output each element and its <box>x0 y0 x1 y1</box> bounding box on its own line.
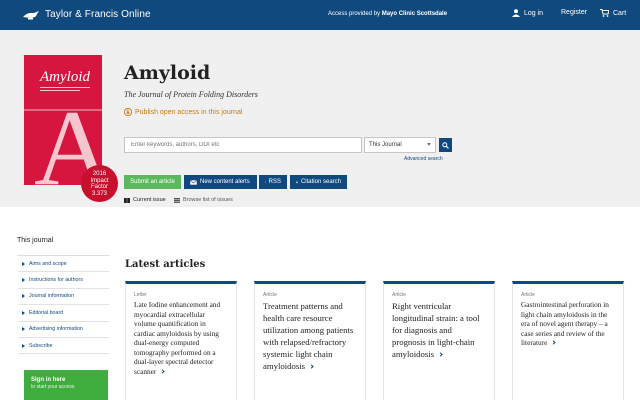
sidebar-heading: This journal <box>17 237 54 244</box>
sidebar-item-subscribe[interactable]: Subscribe <box>17 337 109 355</box>
top-navigation-bar: Taylor & Francis Online Access provided … <box>0 0 640 30</box>
article-title-link[interactable]: Treatment patterns and health care resou… <box>263 300 357 372</box>
sidebar-item-journal-information[interactable]: Journal information <box>17 288 109 306</box>
access-organization: Mayo Clinic Scottsdale <box>381 11 448 17</box>
open-access-label: Publish open access in this journal <box>135 108 243 116</box>
submit-article-button[interactable]: Submit an article <box>124 175 181 189</box>
sidebar-item-instructions-for-authors[interactable]: Instructions for authors <box>17 272 109 289</box>
article-title: Gastrointestinal perforation in light ch… <box>521 300 609 347</box>
sidebar-item-aims-and-scope[interactable]: Aims and scope <box>17 256 109 273</box>
cart-link[interactable]: Cart <box>600 9 626 17</box>
sidebar-item-advertising-information[interactable]: Advertising information <box>17 321 109 338</box>
article-title: Late Iodine enhancement and myocardial e… <box>134 300 221 376</box>
login-link[interactable]: Log in <box>512 9 543 17</box>
user-icon <box>512 9 520 17</box>
search-scope-value: This Journal <box>369 142 402 148</box>
rss-button[interactable]: RSS <box>259 175 287 189</box>
login-label: Log in <box>524 9 544 17</box>
sidebar-menu: Aims and scope Instructions for authors … <box>17 255 109 355</box>
search-input[interactable] <box>124 137 362 153</box>
article-type: Article <box>392 292 406 298</box>
chevron-right-icon <box>438 352 443 357</box>
browse-issues-link[interactable]: Browse list of issues <box>174 197 233 203</box>
lamp-logo-icon <box>23 10 39 19</box>
citation-search-button[interactable]: Citation search <box>290 175 347 189</box>
content-alerts-label: New content alerts <box>200 179 250 185</box>
article-type: Article <box>521 292 535 298</box>
chevron-right-icon <box>309 364 314 369</box>
logo-text: Taylor & Francis Online <box>45 9 151 20</box>
impact-factor-badge[interactable]: 2016 Impact Factor 3.373 <box>81 165 118 202</box>
open-access-link[interactable]: Publish open access in this journal <box>124 108 242 116</box>
open-access-icon <box>124 108 132 116</box>
search-scope-select[interactable]: This Journal <box>364 137 436 153</box>
submit-article-label: Submit an article <box>130 179 175 185</box>
rss-label: RSS <box>268 179 281 185</box>
stack-icon <box>174 197 180 203</box>
book-icon <box>124 197 130 203</box>
citation-search-label: Citation search <box>300 179 341 185</box>
article-title-link[interactable]: Right ventricular longitudinal strain: a… <box>392 300 486 360</box>
impact-label-1: Impact <box>90 177 109 184</box>
article-title: Right ventricular longitudinal strain: a… <box>392 301 480 359</box>
article-title-link[interactable]: Gastrointestinal perforation in light ch… <box>521 300 615 348</box>
cart-icon <box>600 9 609 17</box>
impact-label-2: Factor <box>90 184 108 191</box>
journal-title: Amyloid <box>124 62 211 84</box>
cover-stripe <box>24 109 102 111</box>
browse-issues-label: Browse list of issues <box>183 197 233 203</box>
site-logo[interactable]: Taylor & Francis Online <box>22 9 151 20</box>
register-label: Register <box>561 9 588 16</box>
sidebar-item-editorial-board[interactable]: Editorial board <box>17 305 109 322</box>
cover-title: Amyloid <box>40 69 90 85</box>
article-card[interactable]: Article Gastrointestinal perforation in … <box>512 281 624 400</box>
chevron-right-icon <box>551 340 556 345</box>
journal-cover-image[interactable]: A Amyloid <box>24 55 102 185</box>
latest-articles-heading: Latest articles <box>125 259 206 270</box>
sign-in-button[interactable]: Sign in here to start your access <box>24 370 108 400</box>
chevron-right-icon <box>160 368 165 374</box>
sign-in-title: Sign in here <box>31 377 66 383</box>
cart-label: Cart <box>613 9 627 17</box>
sign-in-subtitle: to start your access <box>31 384 75 390</box>
content-alerts-button[interactable]: New content alerts <box>184 175 257 189</box>
search-icon <box>442 141 449 149</box>
article-card[interactable]: Article Treatment patterns and health ca… <box>254 281 366 400</box>
current-issue-link[interactable]: Current issue <box>124 197 166 203</box>
impact-year: 2016 <box>92 171 107 177</box>
cover-subtitle-lines <box>40 87 95 97</box>
article-title: Treatment patterns and health care resou… <box>263 301 354 371</box>
access-prefix: Access provided by <box>328 11 381 17</box>
article-title-link[interactable]: Late Iodine enhancement and myocardial e… <box>134 300 228 376</box>
advanced-search-link[interactable]: Advanced search <box>404 156 443 162</box>
quote-icon <box>296 181 298 183</box>
article-card[interactable]: Article Right ventricular longitudinal s… <box>383 281 495 400</box>
article-type: Article <box>263 292 277 298</box>
current-issue-label: Current issue <box>133 197 166 203</box>
article-card[interactable]: Letter Late Iodine enhancement and myoca… <box>125 281 237 400</box>
article-type: Letter <box>134 292 147 298</box>
register-link[interactable]: Register <box>561 9 587 16</box>
rss-icon <box>265 181 266 183</box>
envelope-icon <box>190 179 197 185</box>
search-button[interactable] <box>439 138 452 152</box>
journal-subtitle: The Journal of Protein Folding Disorders <box>124 90 258 99</box>
impact-value: 3.373 <box>91 190 107 197</box>
chevron-down-icon <box>427 143 431 146</box>
access-notice: Access provided by Mayo Clinic Scottsdal… <box>328 11 447 17</box>
